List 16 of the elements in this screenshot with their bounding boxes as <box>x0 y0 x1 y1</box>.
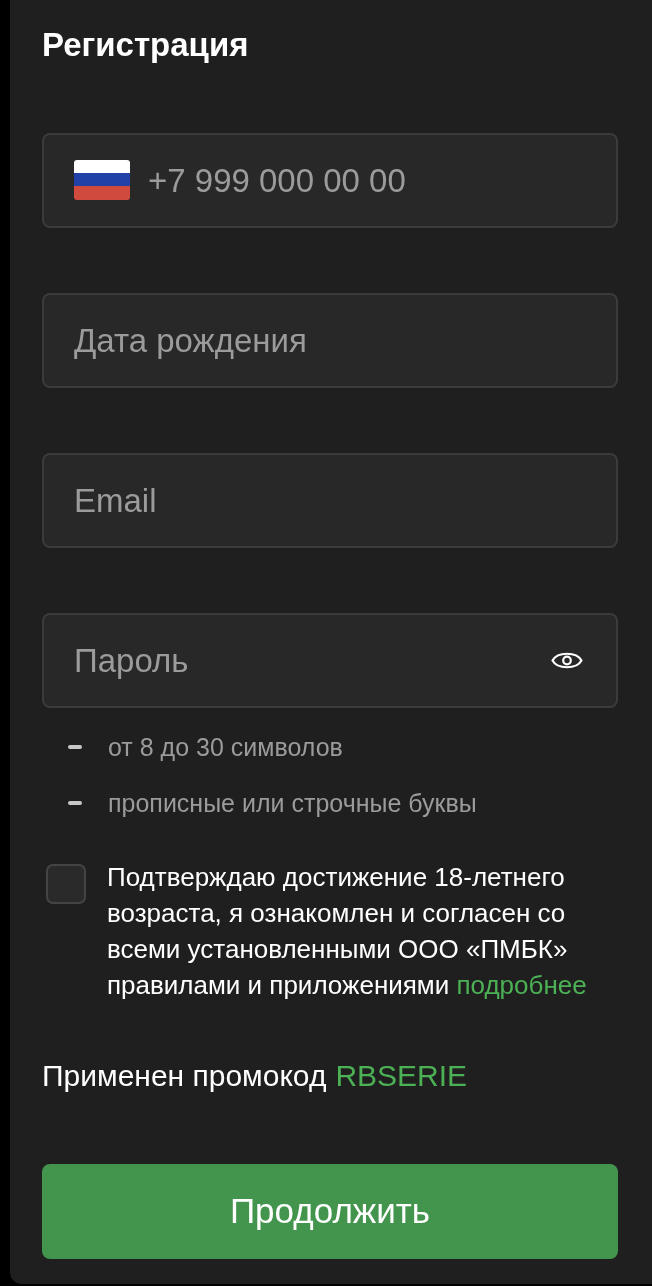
consent-text: Подтверждаю достижение 18-летнего возраста, я ознакомлен и согласен со всеми установленными ООО «ПМБК» правилами и приложениями подробнее <box>107 861 588 1002</box>
details-link[interactable]: подробнее <box>456 970 587 1000</box>
page-title: Регистрация <box>42 25 250 65</box>
email-field[interactable]: Email <box>42 453 618 548</box>
promo-code: RBSERIE <box>335 1058 468 1094</box>
promo-label: Применен промокод <box>42 1058 327 1094</box>
flag-icon <box>74 160 130 200</box>
password-rule: от 8 до 30 символов <box>108 732 343 762</box>
password-rule: прописные или строчные буквы <box>108 788 477 818</box>
continue-button[interactable]: Продолжить <box>42 1164 618 1259</box>
dash-icon <box>68 801 82 805</box>
dash-icon <box>68 745 82 749</box>
consent-checkbox[interactable] <box>46 864 86 904</box>
phone-field[interactable]: +7 999 000 00 00 <box>42 133 618 228</box>
birthdate-field[interactable]: Дата рождения <box>42 293 618 388</box>
password-field[interactable]: Пароль <box>42 613 618 708</box>
